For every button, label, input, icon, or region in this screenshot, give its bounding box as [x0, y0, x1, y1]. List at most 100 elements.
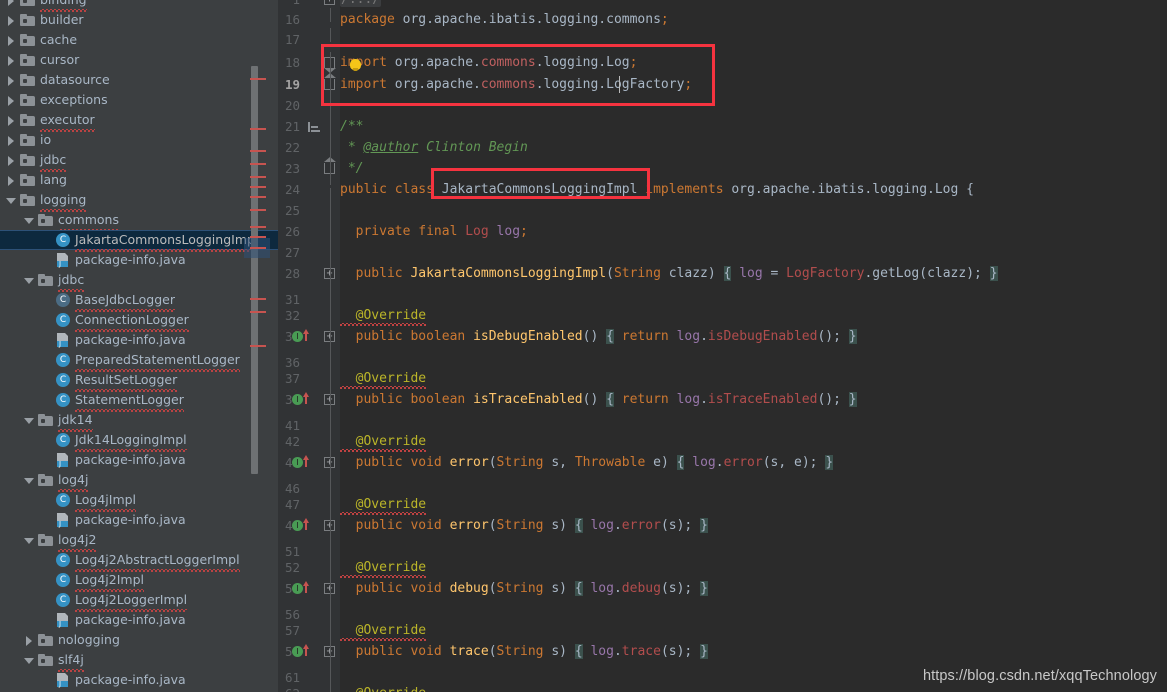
tree-item-cursor[interactable]: cursor: [0, 50, 278, 70]
chevron-right-icon[interactable]: [6, 95, 17, 106]
tree-item-exceptions[interactable]: exceptions: [0, 90, 278, 110]
code-line[interactable]: public boolean isTraceEnabled() { return…: [340, 390, 857, 410]
chevron-right-icon[interactable]: [6, 75, 17, 86]
code-line[interactable]: @Override: [340, 306, 427, 326]
tree-item-log4j2loggerimpl[interactable]: C Log4j2LoggerImpl: [0, 590, 278, 612]
code-line[interactable]: private final Log log;: [340, 222, 528, 242]
code-token: ();: [817, 392, 849, 407]
override-method-icon[interactable]: I: [292, 390, 314, 410]
tree-item-package-info-java[interactable]: Jpackage-info.java: [0, 610, 278, 630]
class-icon: C: [56, 593, 70, 607]
code-line[interactable]: @Override: [340, 558, 427, 578]
chevron-down-icon[interactable]: [6, 195, 17, 206]
chevron-right-icon[interactable]: [24, 635, 35, 646]
override-method-icon[interactable]: I: [292, 327, 314, 347]
code-line[interactable]: @Override: [340, 432, 427, 452]
code-line[interactable]: import org.apache.commons.logging.Log;: [340, 53, 637, 73]
code-line[interactable]: @Override: [340, 621, 427, 641]
code-token: error: [449, 518, 489, 533]
tree-item-io[interactable]: io: [0, 130, 278, 150]
tree-item-resultsetlogger[interactable]: C ResultSetLogger: [0, 370, 278, 392]
tree-item-binding[interactable]: binding: [0, 0, 278, 12]
code-token: }: [848, 392, 857, 407]
code-line[interactable]: */: [340, 159, 364, 179]
code-line[interactable]: /**: [340, 117, 363, 137]
intention-bulb-icon[interactable]: [350, 59, 361, 71]
code-line[interactable]: public void error(String s) { log.error(…: [340, 516, 708, 536]
code-token: String: [496, 455, 544, 470]
tree-item-package-info-java[interactable]: Jpackage-info.java: [0, 250, 278, 270]
chevron-down-icon[interactable]: [24, 415, 35, 426]
code-line[interactable]: @Override: [340, 684, 426, 692]
code-line[interactable]: @Override: [340, 369, 427, 389]
tree-item-jdk14[interactable]: jdk14: [0, 410, 278, 432]
tree-item-basejdbclogger[interactable]: C BaseJdbcLogger: [0, 290, 278, 312]
chevron-right-icon[interactable]: [6, 55, 17, 66]
code-token: e: [645, 455, 661, 470]
chevron-right-icon[interactable]: [6, 155, 17, 166]
tree-item-log4jimpl[interactable]: C Log4jImpl: [0, 490, 278, 512]
chevron-down-icon[interactable]: [24, 215, 35, 226]
code-folding-column[interactable]: ++++++++: [322, 0, 340, 692]
code-line[interactable]: * @author Clinton Begin: [340, 138, 528, 158]
chevron-down-icon[interactable]: [24, 655, 35, 666]
tree-item-log4j2abstractloggerimpl[interactable]: C Log4j2AbstractLoggerImpl: [0, 550, 278, 572]
tree-item-slf4j[interactable]: slf4j: [0, 650, 278, 672]
tree-item-log4j2impl[interactable]: C Log4j2Impl: [0, 570, 278, 592]
chevron-right-icon[interactable]: [6, 135, 17, 146]
chevron-down-icon[interactable]: [24, 475, 35, 486]
chevron-right-icon[interactable]: [6, 115, 17, 126]
code-line[interactable]: public boolean isDebugEnabled() { return…: [340, 327, 857, 347]
tree-item-package-info-java[interactable]: Jpackage-info.java: [0, 510, 278, 530]
tree-item-label: binding: [40, 0, 87, 12]
code-token: {: [606, 392, 614, 407]
code-line[interactable]: /.../: [340, 0, 382, 10]
tree-item-package-info-java[interactable]: Jpackage-info.java: [0, 330, 278, 350]
chevron-right-icon[interactable]: [6, 175, 17, 186]
code-token: log: [684, 455, 716, 470]
code-line[interactable]: public void debug(String s) { log.debug(…: [340, 579, 708, 599]
tree-item-datasource[interactable]: datasource: [0, 70, 278, 90]
chevron-right-icon[interactable]: [6, 15, 17, 26]
code-line[interactable]: public class JakartaCommonsLoggingImpl i…: [340, 180, 974, 200]
override-method-icon[interactable]: I: [292, 579, 314, 599]
code-line[interactable]: import org.apache.commons.logging.LogFac…: [340, 75, 692, 95]
tree-item-label: jdbc: [58, 270, 85, 292]
tree-item-label: lang: [40, 172, 67, 187]
tree-item-statementlogger[interactable]: C StatementLogger: [0, 390, 278, 412]
project-tree-panel[interactable]: bindingbuilder cache cursor datasource excep…: [0, 0, 278, 692]
chevron-right-icon[interactable]: [6, 35, 17, 46]
tree-item-cache[interactable]: cache: [0, 30, 278, 50]
tree-item-jdk14loggingimpl[interactable]: C Jdk14LoggingImpl: [0, 430, 278, 452]
tree-item-connectionlogger[interactable]: C ConnectionLogger: [0, 310, 278, 332]
chevron-down-icon[interactable]: [24, 275, 35, 286]
override-method-icon[interactable]: I: [292, 516, 314, 536]
tree-item-log4j2[interactable]: log4j2: [0, 530, 278, 552]
code-line[interactable]: public void trace(String s) { log.trace(…: [340, 642, 708, 662]
chevron-right-icon[interactable]: [6, 0, 17, 6]
code-line[interactable]: public void error(String s, Throwable e)…: [340, 453, 834, 473]
code-text[interactable]: /.../ package org.apache.ibatis.logging.c…: [340, 0, 1167, 692]
tree-item-executor[interactable]: executor: [0, 110, 278, 132]
tree-item-package-info-java[interactable]: Jpackage-info.java: [0, 450, 278, 470]
tree-item-builder[interactable]: builder: [0, 10, 278, 30]
tree-item-commons[interactable]: commons: [0, 210, 278, 232]
tree-item-nologging[interactable]: nologging: [0, 630, 278, 650]
tree-item-lang[interactable]: lang: [0, 170, 278, 190]
override-method-icon[interactable]: I: [292, 642, 314, 662]
tree-item-logging[interactable]: logging: [0, 190, 278, 212]
tree-item-package-info-java[interactable]: Jpackage-info.java: [0, 670, 278, 690]
code-line[interactable]: package org.apache.ibatis.logging.common…: [340, 10, 669, 30]
tree-item-jakartacommonsloggingimpl[interactable]: C JakartaCommonsLoggingImpl: [0, 230, 278, 252]
fold-expand-icon[interactable]: +: [324, 0, 335, 5]
tree-item-jdbc[interactable]: jdbc: [0, 270, 278, 292]
tree-item-jdbc[interactable]: jdbc: [0, 150, 278, 172]
override-method-icon[interactable]: I: [292, 453, 314, 473]
tree-item-preparedstatementlogger[interactable]: C PreparedStatementLogger: [0, 350, 278, 372]
editor-area[interactable]: 116171819202122232425262728313233I363738…: [278, 0, 1167, 692]
code-token: (s);: [660, 518, 701, 533]
code-line[interactable]: @Override: [340, 495, 427, 515]
tree-item-log4j[interactable]: log4j: [0, 470, 278, 492]
chevron-down-icon[interactable]: [24, 535, 35, 546]
code-line[interactable]: public JakartaCommonsLoggingImpl(String …: [340, 264, 998, 284]
